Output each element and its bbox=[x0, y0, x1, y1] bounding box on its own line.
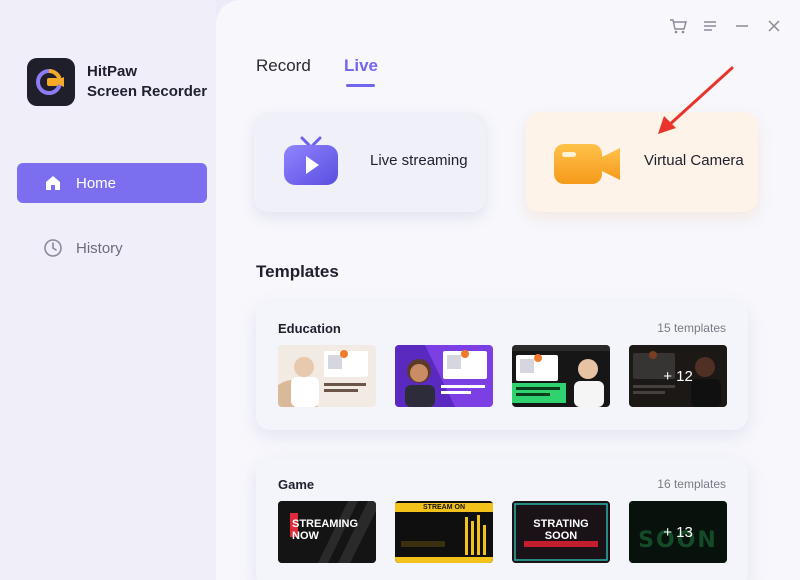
templates-title: Templates bbox=[256, 262, 339, 281]
education-template-thumb-more[interactable]: + 12 bbox=[629, 345, 727, 407]
game-template-thumb[interactable]: STRATING SOON bbox=[512, 501, 610, 563]
education-template-thumb[interactable] bbox=[395, 345, 493, 407]
annotation-arrow bbox=[658, 66, 734, 134]
category-title: Game bbox=[278, 477, 315, 492]
thumb-caption: STREAM ON bbox=[423, 504, 465, 511]
category-title: Education bbox=[278, 321, 341, 336]
thumb-caption: STRATING SOON bbox=[533, 518, 589, 542]
sidebar: HitPaw Screen Recorder Home History bbox=[0, 0, 216, 580]
more-templates-count: + 12 bbox=[663, 367, 693, 385]
minimize-icon[interactable] bbox=[732, 16, 752, 36]
sidebar-item-history[interactable]: History bbox=[17, 228, 207, 268]
live-streaming-label: Live streaming bbox=[370, 152, 468, 169]
video-camera-icon bbox=[552, 142, 624, 191]
thumb-caption: STREAMING NOW bbox=[292, 518, 358, 542]
game-template-thumb[interactable]: STREAMING NOW bbox=[278, 501, 376, 563]
cart-icon[interactable] bbox=[668, 16, 688, 36]
template-count: 16 templates bbox=[657, 477, 726, 491]
game-template-thumb[interactable]: STREAM ON bbox=[395, 501, 493, 563]
tv-play-icon bbox=[282, 136, 340, 193]
menu-icon[interactable] bbox=[700, 16, 720, 36]
app-name: HitPaw Screen Recorder bbox=[87, 62, 207, 102]
tab-record[interactable]: Record bbox=[256, 56, 311, 76]
education-template-thumb[interactable] bbox=[512, 345, 610, 407]
home-icon bbox=[43, 173, 63, 193]
close-icon[interactable] bbox=[764, 16, 784, 36]
more-templates-count: + 13 bbox=[663, 523, 693, 541]
clock-icon bbox=[43, 238, 63, 258]
app-name-line2: Screen Recorder bbox=[87, 83, 208, 100]
active-tab-underline bbox=[346, 84, 375, 87]
tab-live[interactable]: Live bbox=[344, 56, 378, 76]
template-count: 15 templates bbox=[657, 321, 726, 335]
education-template-thumb[interactable] bbox=[278, 345, 376, 407]
virtual-camera-label: Virtual Camera bbox=[644, 152, 744, 169]
live-streaming-card[interactable]: Live streaming bbox=[254, 112, 486, 212]
app-logo bbox=[27, 58, 75, 106]
education-templates-card: Education 15 templates + 12 bbox=[256, 302, 748, 430]
game-template-thumb-more[interactable]: SOON + 13 bbox=[629, 501, 727, 563]
game-templates-card: Game 16 templates STREAMING NOW STREAM O… bbox=[256, 458, 748, 580]
app-name-line1: HitPaw bbox=[87, 63, 138, 80]
sidebar-item-label: History bbox=[76, 239, 123, 257]
sidebar-item-home[interactable]: Home bbox=[17, 163, 207, 203]
sidebar-item-label: Home bbox=[76, 174, 117, 192]
